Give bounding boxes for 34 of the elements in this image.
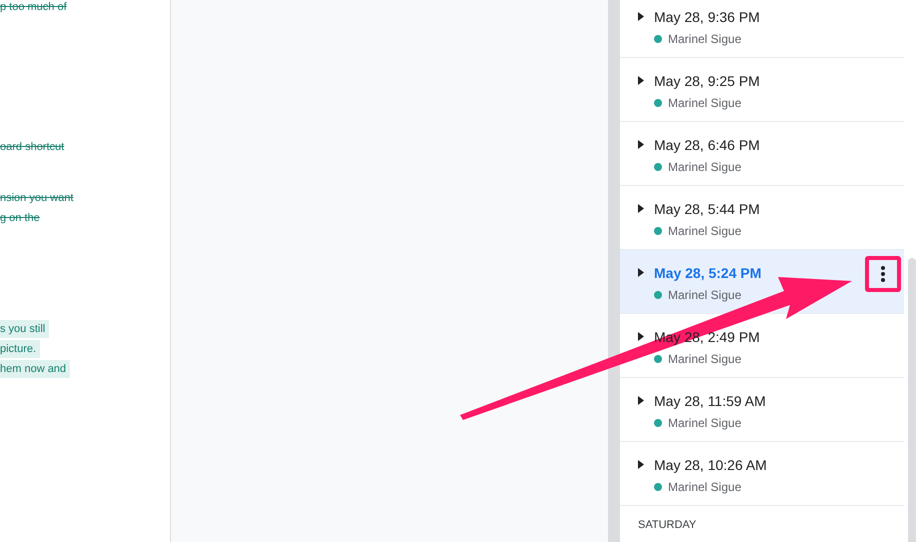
author-name: Marinel Sigue [668,351,742,368]
more-vertical-icon [881,266,885,282]
version-time: May 28, 9:25 PM [654,72,760,90]
document-text: hem now and [0,360,70,378]
expand-triangle-icon[interactable] [638,76,644,85]
author-name: Marinel Sigue [668,287,742,304]
scrollbar[interactable] [908,258,916,542]
expand-triangle-icon[interactable] [638,268,644,277]
version-time: May 28, 10:26 AM [654,456,767,474]
document-text: p too much of [0,0,68,15]
expand-triangle-icon[interactable] [638,396,644,405]
version-time: May 28, 6:46 PM [654,136,760,154]
version-time: May 28, 9:36 PM [654,8,760,26]
author-name: Marinel Sigue [668,95,742,112]
author-name: Marinel Sigue [668,223,742,240]
version-time: May 28, 5:44 PM [654,200,760,218]
document-text: nsion you want [0,191,74,206]
document-text: oard shortcut [0,140,66,155]
expand-triangle-icon[interactable] [638,12,644,21]
author-name: Marinel Sigue [668,479,742,496]
expand-triangle-icon[interactable] [638,140,644,149]
expand-triangle-icon[interactable] [638,204,644,213]
section-header: SATURDAY [638,518,696,534]
more-options-button[interactable] [865,256,901,292]
author-name: Marinel Sigue [668,31,742,48]
document-text: picture. [0,340,40,358]
author-name: Marinel Sigue [668,415,742,432]
expand-triangle-icon[interactable] [638,332,644,341]
author-name: Marinel Sigue [668,159,742,176]
expand-triangle-icon[interactable] [638,460,644,469]
version-time: May 28, 11:59 AM [654,392,766,410]
version-time: May 28, 5:24 PM [654,264,762,282]
document-text: s you still [0,320,50,338]
document-text: g on the [0,211,41,226]
